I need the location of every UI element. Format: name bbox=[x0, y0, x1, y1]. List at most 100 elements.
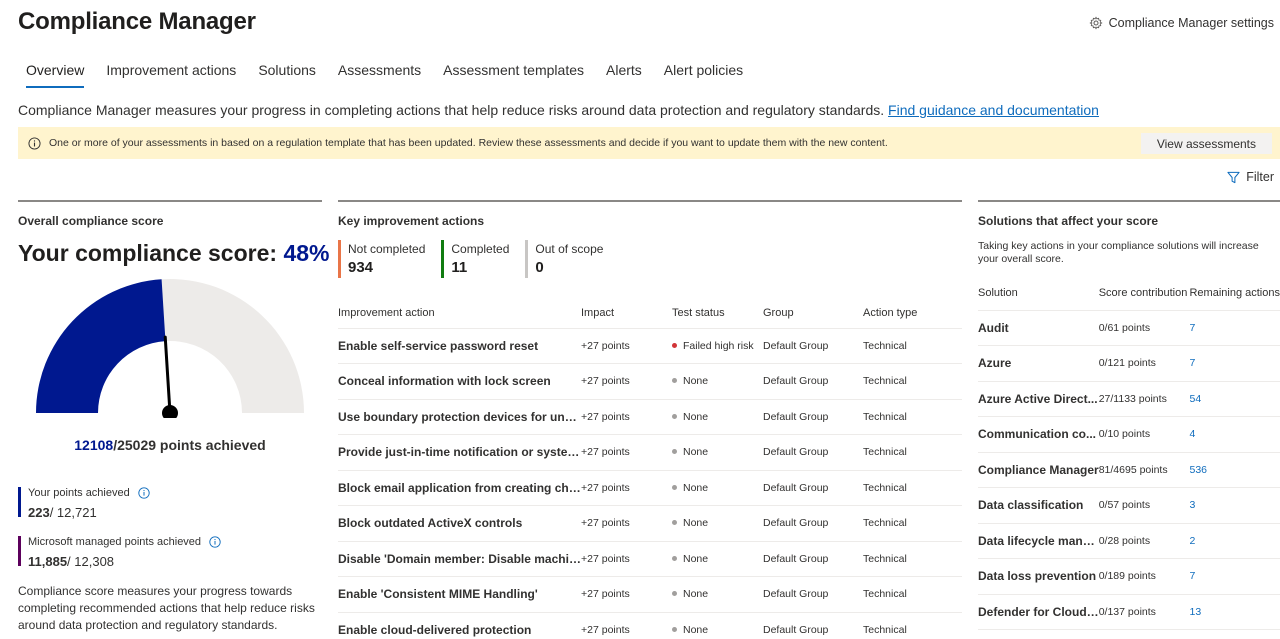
solution-name[interactable]: Audit bbox=[978, 310, 1099, 346]
guidance-link[interactable]: Find guidance and documentation bbox=[888, 102, 1099, 118]
remaining-actions-link[interactable]: 7 bbox=[1189, 345, 1280, 382]
column-header[interactable]: Action type bbox=[863, 298, 962, 329]
column-header[interactable]: Test status bbox=[672, 298, 763, 329]
remaining-actions-link[interactable]: 54 bbox=[1189, 381, 1280, 417]
action-name[interactable]: Enable cloud-delivered protection bbox=[338, 612, 581, 639]
table-row[interactable]: Provide just-in-time notification or sys… bbox=[338, 434, 962, 471]
tab-overview[interactable]: Overview bbox=[18, 58, 92, 88]
solution-name[interactable]: Communication co... bbox=[978, 416, 1099, 453]
status-dot bbox=[672, 342, 677, 348]
solution-name[interactable]: Azure Active Direct... bbox=[978, 381, 1099, 417]
score-percent: 48% bbox=[283, 240, 330, 266]
column-header[interactable]: Improvement action bbox=[338, 298, 581, 329]
action-name[interactable]: Conceal information with lock screen bbox=[338, 363, 581, 400]
solution-name[interactable]: Data lifecycle mana... bbox=[978, 523, 1099, 559]
actions-panel-title: Key improvement actions bbox=[338, 214, 485, 228]
table-row[interactable]: Data loss prevention 0/189 points 7 bbox=[978, 558, 1280, 595]
action-name[interactable]: Provide just-in-time notification or sys… bbox=[338, 434, 581, 471]
column-header[interactable]: Score contribution bbox=[1098, 277, 1190, 311]
tab-alert-policies[interactable]: Alert policies bbox=[656, 58, 751, 88]
score-contribution: 0/28 points bbox=[1098, 523, 1190, 559]
settings-button[interactable]: Compliance Manager settings bbox=[1089, 16, 1274, 30]
kpi-value: 0 bbox=[535, 259, 544, 276]
table-header-row: Improvement action Impact Test status Gr… bbox=[338, 298, 962, 329]
score-contribution: 27/1133 points bbox=[1098, 381, 1190, 417]
remaining-actions-link[interactable]: 13 bbox=[1189, 594, 1280, 630]
action-name[interactable]: Disable 'Domain member: Disable machine.… bbox=[338, 541, 581, 577]
table-row[interactable]: Use boundary protection devices for uncl… bbox=[338, 399, 962, 435]
action-name[interactable]: Block email application from creating ch… bbox=[338, 470, 581, 506]
kpi-value: 11 bbox=[451, 259, 468, 276]
tab-alerts[interactable]: Alerts bbox=[598, 58, 650, 88]
solution-name[interactable]: Compliance Manager bbox=[978, 452, 1099, 488]
action-type: Technical bbox=[863, 399, 962, 435]
action-group: Default Group bbox=[763, 576, 863, 613]
action-impact: +27 points bbox=[581, 363, 672, 400]
table-row[interactable]: Disable 'Domain member: Disable machine.… bbox=[338, 541, 962, 577]
kpi-completed[interactable]: Completed 11 bbox=[441, 240, 509, 278]
table-row[interactable]: Enable cloud-delivered protection +27 poi… bbox=[338, 612, 962, 639]
info-icon[interactable] bbox=[209, 536, 221, 548]
column-header[interactable]: Group bbox=[763, 298, 863, 329]
tab-solutions[interactable]: Solutions bbox=[250, 58, 324, 88]
filter-button[interactable]: Filter bbox=[1227, 170, 1274, 184]
column-header[interactable]: Impact bbox=[581, 298, 672, 329]
ms-points-value-row: 11,885/ 12,308 bbox=[28, 554, 221, 569]
solution-name[interactable]: Defender for Cloud ... bbox=[978, 594, 1099, 630]
solution-name[interactable]: Azure bbox=[978, 345, 1099, 382]
action-name[interactable]: Block outdated ActiveX controls bbox=[338, 505, 581, 542]
remaining-actions-link[interactable]: 2 bbox=[1189, 523, 1280, 559]
status-text: None bbox=[683, 517, 709, 530]
table-row[interactable]: Block outdated ActiveX controls +27 point… bbox=[338, 505, 962, 542]
your-points-value-row: 223/ 12,721 bbox=[28, 505, 150, 520]
table-row[interactable]: Enable self-service password reset +27 po… bbox=[338, 328, 962, 364]
intro-description: Compliance Manager measures your progres… bbox=[18, 102, 885, 118]
action-impact: +27 points bbox=[581, 328, 672, 364]
solution-name[interactable]: Data loss prevention bbox=[978, 558, 1099, 595]
settings-label: Compliance Manager settings bbox=[1108, 16, 1274, 30]
kpi-not-completed[interactable]: Not completed 934 bbox=[338, 240, 425, 278]
kpi-out-of-scope[interactable]: Out of scope 0 bbox=[525, 240, 603, 278]
tab-bar: Overview Improvement actions Solutions A… bbox=[18, 58, 757, 88]
remaining-actions-link[interactable]: 4 bbox=[1189, 416, 1280, 453]
status-text: Failed high risk bbox=[683, 339, 754, 352]
table-row[interactable]: Compliance Manager 81/4695 points 536 bbox=[978, 452, 1280, 488]
action-name[interactable]: Enable self-service password reset bbox=[338, 328, 581, 364]
remaining-actions-link[interactable]: 536 bbox=[1189, 452, 1280, 488]
status-dot bbox=[672, 484, 677, 490]
score-contribution: 0/121 points bbox=[1098, 345, 1190, 382]
remaining-actions-link[interactable]: 7 bbox=[1189, 558, 1280, 595]
table-row[interactable]: Audit 0/61 points 7 bbox=[978, 310, 1280, 346]
action-status: None bbox=[672, 505, 763, 542]
table-row[interactable]: Defender for Cloud ... 0/137 points 13 bbox=[978, 594, 1280, 630]
action-name[interactable]: Use boundary protection devices for uncl… bbox=[338, 399, 581, 435]
status-text: None bbox=[683, 410, 709, 423]
tab-assessments[interactable]: Assessments bbox=[330, 58, 429, 88]
info-icon[interactable] bbox=[138, 487, 150, 499]
action-group: Default Group bbox=[763, 612, 863, 639]
column-header[interactable]: Remaining actions bbox=[1189, 277, 1280, 311]
table-row[interactable]: Data classification 0/57 points 3 bbox=[978, 487, 1280, 524]
action-name[interactable]: Enable 'Consistent MIME Handling' bbox=[338, 576, 581, 613]
table-row[interactable]: Communication co... 0/10 points 4 bbox=[978, 416, 1280, 453]
ms-points-total: / 12,308 bbox=[67, 554, 115, 569]
your-points-value: 223 bbox=[28, 505, 50, 520]
table-row[interactable]: Conceal information with lock screen +27 … bbox=[338, 363, 962, 400]
remaining-actions-link[interactable]: 3 bbox=[1189, 487, 1280, 524]
kpi-label: Not completed bbox=[348, 242, 426, 256]
info-icon bbox=[28, 136, 41, 150]
column-header[interactable]: Solution bbox=[978, 277, 1099, 311]
tab-improvement-actions[interactable]: Improvement actions bbox=[98, 58, 244, 88]
kpi-bar bbox=[338, 240, 341, 278]
table-row[interactable]: Block email application from creating ch… bbox=[338, 470, 962, 506]
gauge-remaining-arc bbox=[161, 279, 304, 413]
status-dot bbox=[672, 378, 677, 384]
view-assessments-button[interactable]: View assessments bbox=[1140, 133, 1272, 154]
table-row[interactable]: Azure 0/121 points 7 bbox=[978, 345, 1280, 382]
solution-name[interactable]: Data classification bbox=[978, 487, 1099, 524]
table-row[interactable]: Azure Active Direct... 27/1133 points 54 bbox=[978, 381, 1280, 417]
table-row[interactable]: Enable 'Consistent MIME Handling' +27 poi… bbox=[338, 576, 962, 613]
table-row[interactable]: Data lifecycle mana... 0/28 points 2 bbox=[978, 523, 1280, 559]
remaining-actions-link[interactable]: 7 bbox=[1189, 310, 1280, 346]
tab-assessment-templates[interactable]: Assessment templates bbox=[435, 58, 592, 88]
